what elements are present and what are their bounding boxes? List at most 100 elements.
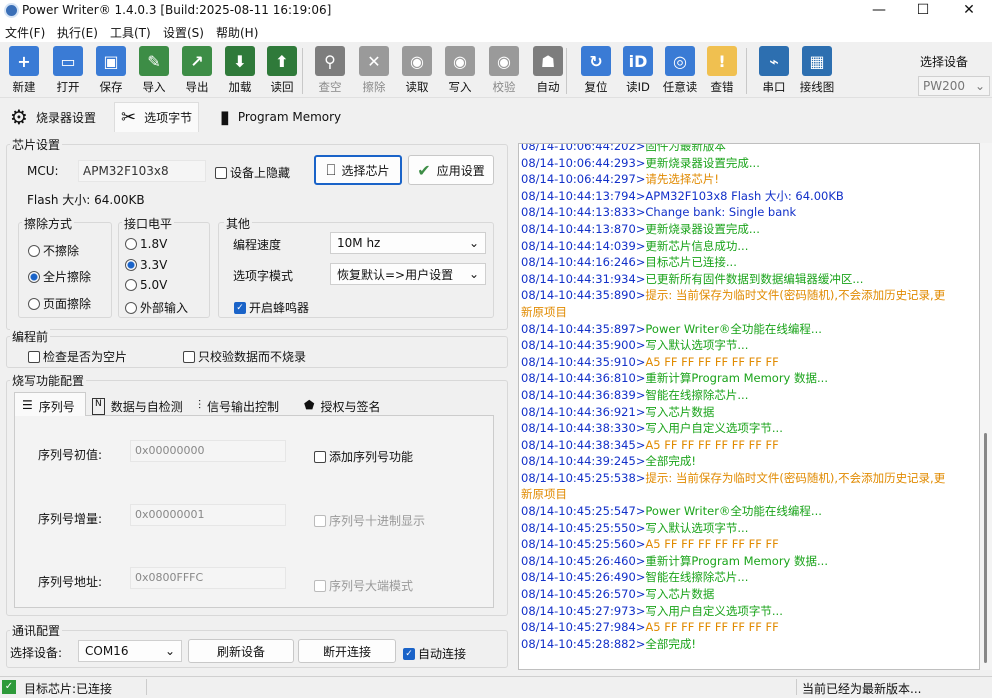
checkbox-label: 设备上隐藏 [230,166,291,180]
scrollbar-thumb[interactable] [984,433,987,663]
tab-program-memory[interactable]: ▮ Program Memory [214,102,347,132]
tab-signal-output[interactable]: ⫶ 信号输出控制 [198,398,279,415]
toolbar-button[interactable]: ⌁ 串口 [754,46,794,95]
toolbar-button-label: 读回 [270,80,294,94]
toolbar-button[interactable]: ☗ 自动 [528,46,568,95]
plus-icon: + [9,46,39,76]
check-blank-checkbox[interactable]: 检查是否为空片 [28,348,127,365]
toolbar-button-label: 任意读 [662,80,698,94]
refresh-devices-button[interactable]: 刷新设备 [188,639,294,663]
hide-on-device-checkbox[interactable]: 设备上隐藏 [215,164,290,181]
big-endian-checkbox[interactable]: 序列号大端模式 [314,577,413,594]
log-row: 08/14-10:44:36:839>智能在线擦除芯片... [519,387,979,404]
status-target-chip: 目标芯片:已连接 [24,682,113,696]
toolbar-button-label: 查空 [318,80,342,94]
menu-file[interactable]: 文件(F) [5,24,45,41]
tab-label: 烧录器设置 [35,110,96,125]
close-button[interactable]: ✕ [946,0,992,22]
disconnect-button[interactable]: 断开连接 [298,639,396,663]
serial-init-field[interactable]: 0x00000000 [130,440,286,462]
verify-icon: ◉ [489,46,519,76]
log-scrollbar[interactable] [980,143,992,670]
menu-execute[interactable]: 执行(E) [57,24,98,41]
log-timestamp: 08/14-10:45:26:490> [521,570,646,585]
erase-page-radio[interactable]: 页面擦除 [28,295,91,312]
log-message: 智能在线擦除芯片... [645,570,749,585]
level-5v0-radio[interactable]: 5.0V [125,278,167,292]
serial-increment-field[interactable]: 0x00000001 [130,504,286,526]
toolbar-button[interactable]: ▣ 保存 [91,46,131,95]
select-value: 恢复默认=>用户设置 [337,267,454,282]
erase-full-radio[interactable]: 全片擦除 [28,268,91,285]
toolbar-button[interactable]: ▦ 接线图 [797,46,837,95]
mcu-field[interactable]: APM32F103x8 [78,160,206,182]
add-serial-checkbox[interactable]: 添加序列号功能 [314,448,413,465]
toolbar-button[interactable]: ! 查错 [702,46,742,95]
decimal-display-checkbox[interactable]: 序列号十进制显示 [314,512,425,529]
toolbar-button[interactable]: ↻ 复位 [576,46,616,95]
menu-help[interactable]: 帮助(H) [216,24,258,41]
toolbar-button[interactable]: ◉ 写入 [440,46,480,95]
buzzer-checkbox[interactable]: ✓ 开启蜂鸣器 [234,299,309,316]
log-message: Power Writer®全功能在线编程... [645,504,822,519]
level-1v8-radio[interactable]: 1.8V [125,237,167,251]
toolbar-button[interactable]: + 新建 [4,46,44,95]
toolbar-button[interactable]: ⬇ 加载 [220,46,260,95]
group-title: 芯片设置 [10,136,63,153]
toolbar-button[interactable]: ⚲ 查空 [310,46,350,95]
any-read-icon: ◎ [665,46,695,76]
speed-select[interactable]: 10M hz ⌄ [330,232,486,254]
toolbar-button[interactable]: ✕ 擦除 [354,46,394,95]
select-chip-button[interactable]: ⎕ 选择芯片 [314,155,402,185]
log-row: 08/14-10:45:27:973>写入用户自定义选项字节... [519,603,979,620]
menu-settings[interactable]: 设置(S) [163,24,204,41]
tab-data-selftest[interactable]: N 数据与自检测 [92,398,183,415]
log-message: 新原项目 [521,487,567,502]
maximize-button[interactable]: ☐ [900,0,946,22]
toolbar-button[interactable]: ▭ 打开 [48,46,88,95]
verify-only-checkbox[interactable]: 只校验数据而不烧录 [183,348,306,365]
log-panel[interactable]: 08/14-10:06:44:202>固件为最新版本 08/14-10:06:44… [518,143,980,670]
log-message: A5 FF FF FF FF FF FF FF [645,537,779,552]
option-mode-select[interactable]: 恢复默认=>用户设置 ⌄ [330,263,486,285]
toolbar-button[interactable]: ✎ 导入 [134,46,174,95]
apply-settings-button[interactable]: ✔ 应用设置 [408,155,494,185]
log-message: 提示: 当前保存为临时文件(密码随机),不会添加历史记录,更 [645,288,946,303]
device-select[interactable]: PW200 ⌄ [918,76,990,96]
log-row: 08/14-10:44:38:330>写入用户自定义选项字节... [519,420,979,437]
tab-serial-number[interactable]: ☰ 序列号 [22,398,75,415]
erase-none-radio[interactable]: 不擦除 [28,242,79,259]
log-message: 写入默认选项字节... [645,338,749,353]
toolbar-button[interactable]: iD 读ID [618,46,658,95]
level-external-radio[interactable]: 外部输入 [125,299,188,316]
log-row: 新原项目 [519,486,979,503]
log-row: 08/14-10:44:39:245>全部完成! [519,453,979,470]
minimize-button[interactable]: — [856,0,902,22]
checkbox-label: 开启蜂鸣器 [249,301,310,315]
save-icon: ▣ [96,46,126,76]
tab-option-bytes[interactable]: ✂ 选项字节 [114,102,200,132]
log-timestamp: 08/14-10:44:38:330> [521,421,646,436]
search-icon: ⚲ [315,46,345,76]
app-logo-icon [4,3,19,18]
tab-programmer-settings[interactable]: ⚙ 烧录器设置 [4,102,102,132]
serial-address-field[interactable]: 0x0800FFFC [130,567,286,589]
toolbar-button[interactable]: ◉ 读取 [397,46,437,95]
log-message: 写入芯片数据 [645,404,715,419]
menu-tools[interactable]: 工具(T) [110,24,151,41]
log-row: 08/14-10:45:25:550>写入默认选项字节... [519,520,979,537]
level-3v3-radio[interactable]: 3.3V [125,258,167,272]
toolbar-button[interactable]: ◎ 任意读 [660,46,700,95]
auto-connect-checkbox[interactable]: ✓ 自动连接 [403,645,466,662]
log-timestamp: 08/14-10:45:25:550> [521,520,646,535]
toolbar-button[interactable]: ↗ 导出 [177,46,217,95]
log-message: 重新计算Program Memory 数据... [645,553,828,568]
log-message: 写入默认选项字节... [645,520,749,535]
comm-port-select[interactable]: COM16 ⌄ [78,640,182,662]
toolbar-button[interactable]: ◉ 校验 [484,46,524,95]
checkbox-label: 自动连接 [418,647,467,661]
radio-label: 3.3V [140,258,168,272]
toolbar-button[interactable]: ⬆ 读回 [262,46,302,95]
toolbar-button-label: 新建 [12,80,36,94]
tab-auth-sign[interactable]: ⬟ 授权与签名 [304,398,380,415]
